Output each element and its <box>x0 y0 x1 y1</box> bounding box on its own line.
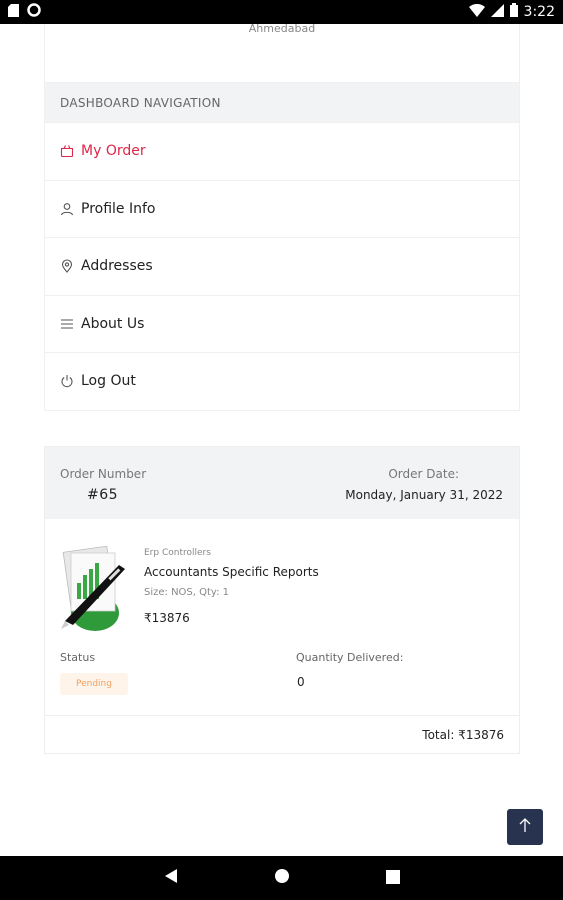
battery-icon <box>509 3 518 21</box>
order-card: Order Number #65 Order Date: Monday, Jan… <box>44 446 520 754</box>
nav-item-label: Profile Info <box>81 200 156 217</box>
nav-item-label: About Us <box>81 315 145 332</box>
status-badge: Pending <box>60 673 128 695</box>
nav-item-profile-info[interactable]: Profile Info <box>45 179 519 238</box>
wifi-icon <box>468 3 485 21</box>
order-date-label: Order Date: <box>388 467 459 481</box>
menu-lines-icon <box>60 317 74 331</box>
user-icon <box>60 202 74 216</box>
nav-item-label: Addresses <box>81 258 153 275</box>
product-size-qty: Size: NOS, Qty: 1 <box>144 587 230 598</box>
order-number-label: Order Number <box>60 467 147 481</box>
location-pin-icon <box>60 259 74 274</box>
nav-item-label: My Order <box>81 143 146 160</box>
status-label: Status <box>60 651 96 664</box>
order-date: Monday, January 31, 2022 <box>345 488 503 502</box>
product-vendor: Erp Controllers <box>144 548 211 558</box>
nav-item-log-out[interactable]: Log Out <box>45 352 519 410</box>
nav-item-label: Log Out <box>81 373 136 390</box>
basket-icon <box>60 144 74 158</box>
status-bar: 3:22 <box>0 0 563 24</box>
quantity-delivered-value: 0 <box>297 675 305 689</box>
order-header: Order Number #65 Order Date: Monday, Jan… <box>45 447 519 519</box>
recents-icon[interactable] <box>385 869 400 888</box>
arrow-up-icon <box>518 817 532 837</box>
dashboard-nav-header: DASHBOARD NAVIGATION <box>45 83 519 122</box>
dashboard-navigation: DASHBOARD NAVIGATION My Order Profile In… <box>44 82 520 411</box>
nav-item-my-order[interactable]: My Order <box>45 122 519 180</box>
product-image <box>59 543 131 635</box>
order-total: Total: ₹13876 <box>422 727 504 742</box>
signal-icon <box>490 3 504 21</box>
scroll-to-top-button[interactable] <box>507 809 543 845</box>
address-card: Ahmedabad <box>44 22 520 84</box>
product-name[interactable]: Accountants Specific Reports <box>144 565 319 579</box>
quantity-delivered-label: Quantity Delivered: <box>296 651 404 664</box>
city-text: Ahmedabad <box>248 22 316 35</box>
clock: 3:22 <box>523 4 555 20</box>
power-icon <box>60 374 74 388</box>
sd-card-icon <box>8 3 19 21</box>
order-total-row: Total: ₹13876 <box>45 715 519 753</box>
nav-item-addresses[interactable]: Addresses <box>45 237 519 295</box>
home-icon[interactable] <box>274 868 290 888</box>
order-number: #65 <box>87 487 119 503</box>
nav-item-about-us[interactable]: About Us <box>45 294 519 353</box>
circle-icon <box>27 3 41 21</box>
product-price: ₹13876 <box>144 611 190 625</box>
system-navigation-bar <box>0 856 563 900</box>
back-icon[interactable] <box>164 868 178 888</box>
